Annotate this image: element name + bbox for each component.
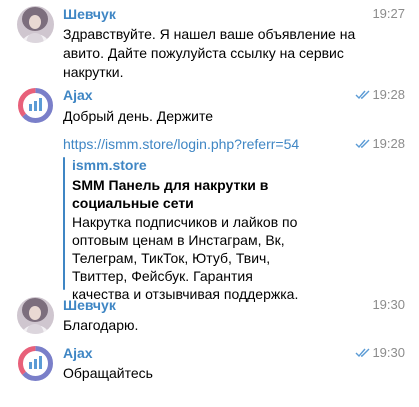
message-text: Благодарю.	[63, 317, 139, 333]
message-text: Обращайтесь	[63, 365, 153, 381]
avatar-shevchuk[interactable]	[17, 297, 54, 334]
avatar-shevchuk[interactable]	[17, 6, 54, 43]
message-time: 19:30	[372, 297, 405, 312]
sender-name[interactable]: Шевчук	[63, 297, 116, 313]
message-time: 19:28	[372, 136, 405, 151]
sender-name[interactable]: Ajax	[63, 87, 93, 103]
preview-title: SMM Панель для накрутки в социальные сет…	[72, 177, 269, 211]
sender-name[interactable]: Шевчук	[63, 6, 116, 22]
message-text: Здравствуйте. Я нашел ваше объявление на…	[63, 26, 356, 80]
preview-site-name: ismm.store	[72, 157, 147, 173]
message-text: Добрый день. Держите	[63, 108, 214, 124]
avatar-ajax[interactable]	[17, 345, 54, 382]
sender-name[interactable]: Ajax	[63, 345, 93, 361]
link-preview[interactable]: ismm.store SMM Панель для накрутки в соц…	[63, 157, 313, 302]
message-time: 19:27	[372, 6, 405, 21]
double-check-icon	[355, 90, 370, 100]
double-check-icon	[355, 348, 370, 358]
message-link[interactable]: https://ismm.store/login.php?referr=54	[63, 136, 299, 152]
double-check-icon	[355, 139, 370, 149]
preview-description: Накрутка подписчиков и лайков по оптовым…	[72, 214, 299, 302]
message-time: 19:28	[372, 87, 405, 102]
message-time: 19:30	[372, 345, 405, 360]
preview-accent-bar	[63, 157, 65, 290]
avatar-ajax[interactable]	[17, 87, 54, 124]
